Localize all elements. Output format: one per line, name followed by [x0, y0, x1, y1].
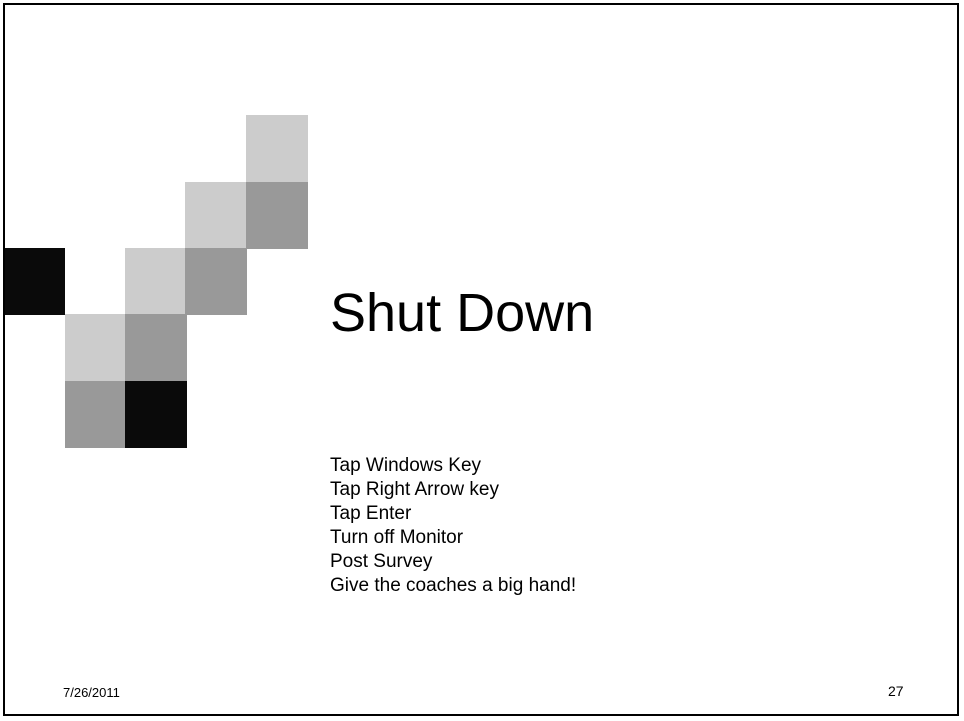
bullet-list: Tap Windows Key Tap Right Arrow key Tap …	[330, 454, 576, 598]
decorative-square	[125, 314, 187, 381]
bullet-item: Tap Windows Key	[330, 455, 482, 476]
bullet-item: Tap Enter	[330, 503, 412, 524]
slide-number: 27	[888, 683, 904, 699]
decorative-square	[5, 248, 65, 315]
decorative-square	[246, 182, 308, 249]
slide-title: Shut Down	[330, 283, 595, 343]
decorative-square	[246, 115, 308, 182]
decorative-square	[185, 182, 247, 249]
decorative-square	[185, 248, 247, 315]
slide: Shut Down Tap Windows Key Tap Right Arro…	[3, 3, 959, 716]
decorative-square	[125, 381, 187, 448]
decorative-square	[65, 381, 127, 448]
bullet-item: Post Survey	[330, 551, 433, 572]
footer-date: 7/26/2011	[63, 685, 120, 700]
decorative-square	[65, 314, 127, 381]
decorative-square	[125, 248, 187, 315]
bullet-item: Tap Right Arrow key	[330, 479, 499, 500]
bullet-item: Give the coaches a big hand!	[330, 575, 577, 596]
bullet-item: Turn off Monitor	[330, 527, 464, 548]
